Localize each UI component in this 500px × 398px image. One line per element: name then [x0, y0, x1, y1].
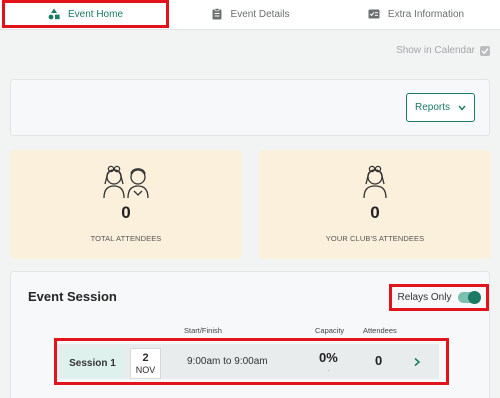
total-attendees-label: TOTAL ATTENDEES	[90, 234, 162, 243]
tab-label: Event Details	[230, 8, 290, 20]
session-time: 9:00am to 9:00am	[187, 356, 268, 367]
relays-only-toggle-group[interactable]: Relays Only	[389, 284, 489, 311]
club-attendees-card: 0 YOUR CLUB'S ATTENDEES	[259, 150, 491, 259]
club-attendees-label: YOUR CLUB'S ATTENDEES	[325, 234, 425, 243]
chevron-right-icon[interactable]	[413, 356, 421, 370]
total-attendees-card: 0 TOTAL ATTENDEES	[10, 150, 242, 259]
session-capacity: 0%	[319, 350, 338, 365]
attendee-icon	[259, 163, 491, 199]
event-session-title: Event Session	[28, 289, 117, 304]
total-attendees-value: 0	[121, 203, 131, 222]
relays-only-toggle[interactable]	[458, 291, 482, 304]
capacity-header: Capacity	[315, 326, 345, 335]
session-capacity-sub: -	[328, 368, 330, 374]
tab-extra-information[interactable]: Extra Information	[332, 0, 500, 28]
show-in-calendar-label: Show in Calendar	[396, 45, 475, 56]
session-month: NOV	[135, 365, 156, 375]
show-in-calendar-checkbox[interactable]	[480, 45, 490, 56]
event-session-card: Event Session Relays Only Start/Finish C…	[10, 271, 490, 398]
start-finish-header: Start/Finish	[184, 326, 222, 335]
session-name: Session 1	[61, 348, 124, 379]
clipboard-icon	[211, 8, 223, 20]
check-icon	[481, 47, 489, 54]
attendees-header: Attendees	[363, 326, 397, 335]
reports-button-label: Reports	[414, 102, 450, 113]
tab-label: Event Home	[67, 8, 124, 20]
tab-label: Extra Information	[387, 8, 465, 20]
attendees-icon	[10, 163, 242, 199]
relays-only-label: Relays Only	[397, 292, 452, 303]
shapes-icon	[48, 8, 60, 20]
club-attendees-value: 0	[370, 203, 380, 222]
reports-button[interactable]: Reports	[406, 93, 475, 122]
tab-event-home[interactable]: Event Home	[2, 0, 169, 28]
session-day: 2	[142, 352, 149, 364]
session-attendees: 0	[375, 353, 383, 368]
tab-bar: Event Home Event Details Extra Informati…	[0, 0, 500, 30]
reports-card: Reports	[10, 79, 490, 136]
show-in-calendar[interactable]: Show in Calendar	[396, 45, 490, 56]
tab-event-details[interactable]: Event Details	[170, 0, 330, 28]
session-date: 2 NOV	[130, 348, 161, 379]
info-card-icon	[368, 8, 380, 20]
chevron-down-icon	[458, 105, 466, 111]
